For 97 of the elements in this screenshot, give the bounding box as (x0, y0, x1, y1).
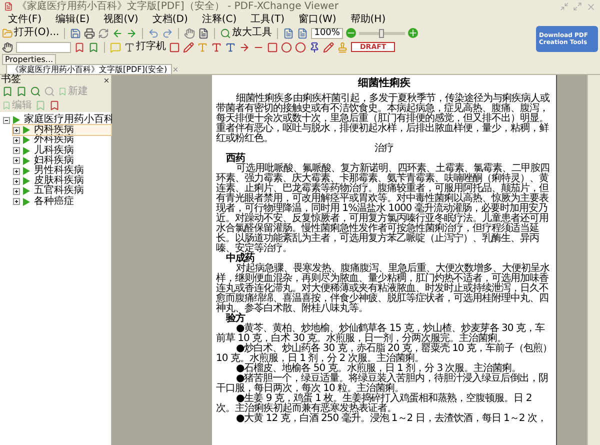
tree-item-label: 各种癌症 (34, 196, 74, 207)
expand-icon[interactable] (13, 157, 20, 164)
tree-item-label: 妇科疾病 (34, 156, 74, 166)
zoom-tool-button[interactable]: 放大工具 (220, 28, 272, 38)
bookmark-icon (22, 166, 32, 176)
undo-icon[interactable] (148, 28, 160, 38)
bookmark-icon[interactable] (2, 86, 13, 97)
bookmark-icon[interactable] (49, 100, 60, 111)
expand-icon[interactable] (13, 136, 20, 144)
menu-item[interactable]: 工具(T) (250, 14, 285, 24)
open-button[interactable]: 打开(O)... (2, 28, 60, 38)
zoom-in-icon[interactable] (408, 28, 418, 38)
tree-item[interactable]: 各种癌症 (13, 196, 111, 207)
search-field[interactable] (16, 42, 71, 52)
circle-icon[interactable] (281, 42, 292, 52)
menu-item[interactable]: 帮助(H) (350, 14, 386, 24)
zoom-out-icon[interactable] (346, 28, 356, 38)
stamp-icon[interactable] (337, 42, 348, 52)
fit-width-icon[interactable] (297, 28, 308, 38)
menu-item[interactable]: 视图(V) (104, 14, 138, 24)
window-title: 《家庭医疗用药小百科》文字版[PDF]（安全） - PDF-XChange Viewer (17, 2, 340, 12)
hand-icon[interactable] (2, 42, 13, 52)
forward-icon[interactable] (126, 28, 138, 38)
tree-item-label: 五官科疾病 (34, 186, 84, 196)
menu-item[interactable]: 文件(F) (8, 14, 42, 24)
refresh-icon[interactable] (98, 28, 110, 38)
section-heading: 中成药 (225, 254, 255, 264)
collapse-icon[interactable] (3, 116, 10, 124)
pencil-icon[interactable] (323, 42, 334, 52)
sidebar-title: 书签 (1, 75, 21, 85)
maximize-icon[interactable] (573, 2, 582, 11)
bookmark-icon[interactable] (88, 42, 99, 52)
search-icon[interactable] (30, 86, 41, 97)
expand-icon[interactable] (13, 168, 20, 175)
tree-item[interactable]: 内科疾病 (13, 125, 111, 136)
bookmark-icon (22, 125, 32, 136)
expand-icon[interactable] (13, 126, 20, 134)
app-icon (4, 2, 13, 11)
paragraph: ●炒白术、炒山药各 30 克，赤石脂 20 克，罂粟壳 10 克，车前子（包煎）10 克。水煎服，日 1 剂，分 2 次服。主治菌痢。 (216, 344, 552, 364)
paragraph: ●猪苦胆一个，绿豆适量。将绿豆装入苦胆内，待胆汁浸入绿豆后倒出，阴干口服，每日两次，每次 10 粒。主治菌痢。 (216, 374, 550, 394)
bookmark-icon (58, 87, 67, 96)
page-icon[interactable] (198, 28, 210, 38)
expand-icon[interactable] (13, 188, 20, 195)
properties-tab[interactable]: Properties... (2, 54, 56, 65)
back-icon[interactable] (112, 28, 124, 38)
expand-icon[interactable] (13, 147, 20, 154)
save-icon[interactable] (70, 28, 82, 38)
minimize-icon[interactable] (560, 2, 569, 11)
bookmark-icon (22, 135, 32, 146)
bookmark-add-icon[interactable] (74, 42, 85, 52)
menu-item[interactable]: 文档(D) (152, 14, 188, 24)
bookmark-icon[interactable] (16, 86, 27, 97)
menu-item[interactable]: 注释(C) (202, 14, 237, 24)
document-title: 细菌性痢疾 (356, 77, 412, 89)
expand-icon[interactable] (13, 178, 20, 185)
section-heading: 验方 (226, 314, 246, 324)
tree-item[interactable]: 妇科疾病 (13, 156, 111, 166)
paragraph: ●大黄 12 克，白酒 250 毫升。浸泡 1～2 日，去渣饮酒，每日 1～2 次， (235, 414, 548, 424)
paragraph: 细菌性痢疾多由痢疾杆菌引起，多发于夏秋季节，传染途径为与痢疾病人或带菌者有密切的接触史或有不洁饮食史。本病起病急，症见高热、腹痛、腹泻，每天排便十余次或数十次，里急后重（肛门有排便的感觉，但又排不出）明显。重者伴有恶心，呕吐与脱水，排便初起水样，后排出脓血样便，量少，粘稠，鲜红或粉红色。 (216, 94, 550, 144)
paragraph: ●黄芩、黄柏、炒地榆、炒仙鹤草各 15 克，炒山楂、炒麦芽各 30 克，车前草 10 克，白术 30 克。水煎服，日一剂，分两次服完。主治菌痢。 (216, 324, 545, 344)
menu-item[interactable]: 窗口(W) (298, 14, 336, 24)
tree-item-label: 内科疾病 (34, 125, 74, 136)
bookmark-icon (12, 115, 22, 126)
hand-icon[interactable] (184, 28, 196, 38)
document-tab[interactable]: 《家庭医疗用药小百科》文字版[PDF](安全) (6, 64, 172, 74)
paragraph: ●生姜 9 克，鸡蛋 1 枚。生姜捣碎打入鸡蛋相和蒸熟，空腹顿服。日 2 次。主治痢疾初起而兼有恶寒发热表证者。 (216, 394, 532, 414)
bookmark-icon (22, 196, 32, 207)
pencil-icon[interactable] (183, 42, 194, 52)
tree-item[interactable]: 五官科疾病 (13, 186, 111, 196)
typewriter-button[interactable]: 打字机 (124, 42, 166, 52)
bookmark-icon (2, 101, 11, 110)
search-icon[interactable] (44, 86, 55, 97)
zoom-level-field[interactable]: 100% (311, 28, 343, 38)
paragraph: 可选用吡哌酸、氟哌酸、复方新诺明、四环素、土霉素、氯霉素、二甲胺四环素、强力霉素、庆大霉素、卡那霉素、氨苄青霉素、呋喃唑酮（痢特灵）、黄连素、止痢片、巴龙霉素等药物治疗。腹痛较重者，可服用阿托品、颠茄片，但有青光眼者禁用，可改用解痉平或胃欢等。对中毒性菌痢以高热、惊厥为主要表现者，可行物理降温，同时用 1%温盐水 1000 毫升流动灌肠，必要时加用安乃近。对躁动不安、反复惊厥者，可用复方氯丙嗪行亚冬眠疗法。儿童患者还可用水合氯醛保留灌肠。慢性菌痢急性发作者可按急性菌痢治疗，但疗程须适当延长。以肠道功能紊乱为主者，可选用复方苯乙哌啶（止泻宁）、乳酶生、异丙嗪、安定等治疗。 (216, 164, 550, 254)
bookmark-icon (22, 146, 32, 156)
tree-item[interactable]: 儿科疾病 (13, 146, 111, 156)
menu-item[interactable]: 编辑(E) (56, 14, 90, 24)
arrow-icon[interactable] (239, 42, 250, 52)
magnifier-icon (220, 28, 232, 38)
tree-item-label: 儿科疾病 (34, 146, 74, 156)
bookmark-icon (22, 186, 32, 196)
slider-thumb[interactable] (378, 28, 384, 38)
fit-page-icon[interactable] (283, 28, 294, 38)
close-icon[interactable] (103, 76, 110, 84)
section-heading: 西药 (225, 154, 246, 164)
text-icon (124, 42, 135, 52)
folder-icon (2, 28, 13, 38)
redo-icon[interactable] (162, 28, 174, 38)
section-title: 治疗 (374, 144, 394, 154)
pin-icon[interactable] (309, 42, 320, 52)
printer-icon[interactable] (84, 28, 96, 38)
bookmark-icon (22, 176, 32, 186)
expand-icon[interactable] (13, 198, 20, 206)
close-tab-icon[interactable] (172, 66, 180, 73)
bookmark-icon (22, 156, 32, 166)
paragraph: ●石榴皮、地榆各 50 克。水煎服，日 1 剂，分 3 次服。主治菌痢。 (235, 364, 522, 374)
rectangle-icon[interactable] (267, 42, 278, 52)
